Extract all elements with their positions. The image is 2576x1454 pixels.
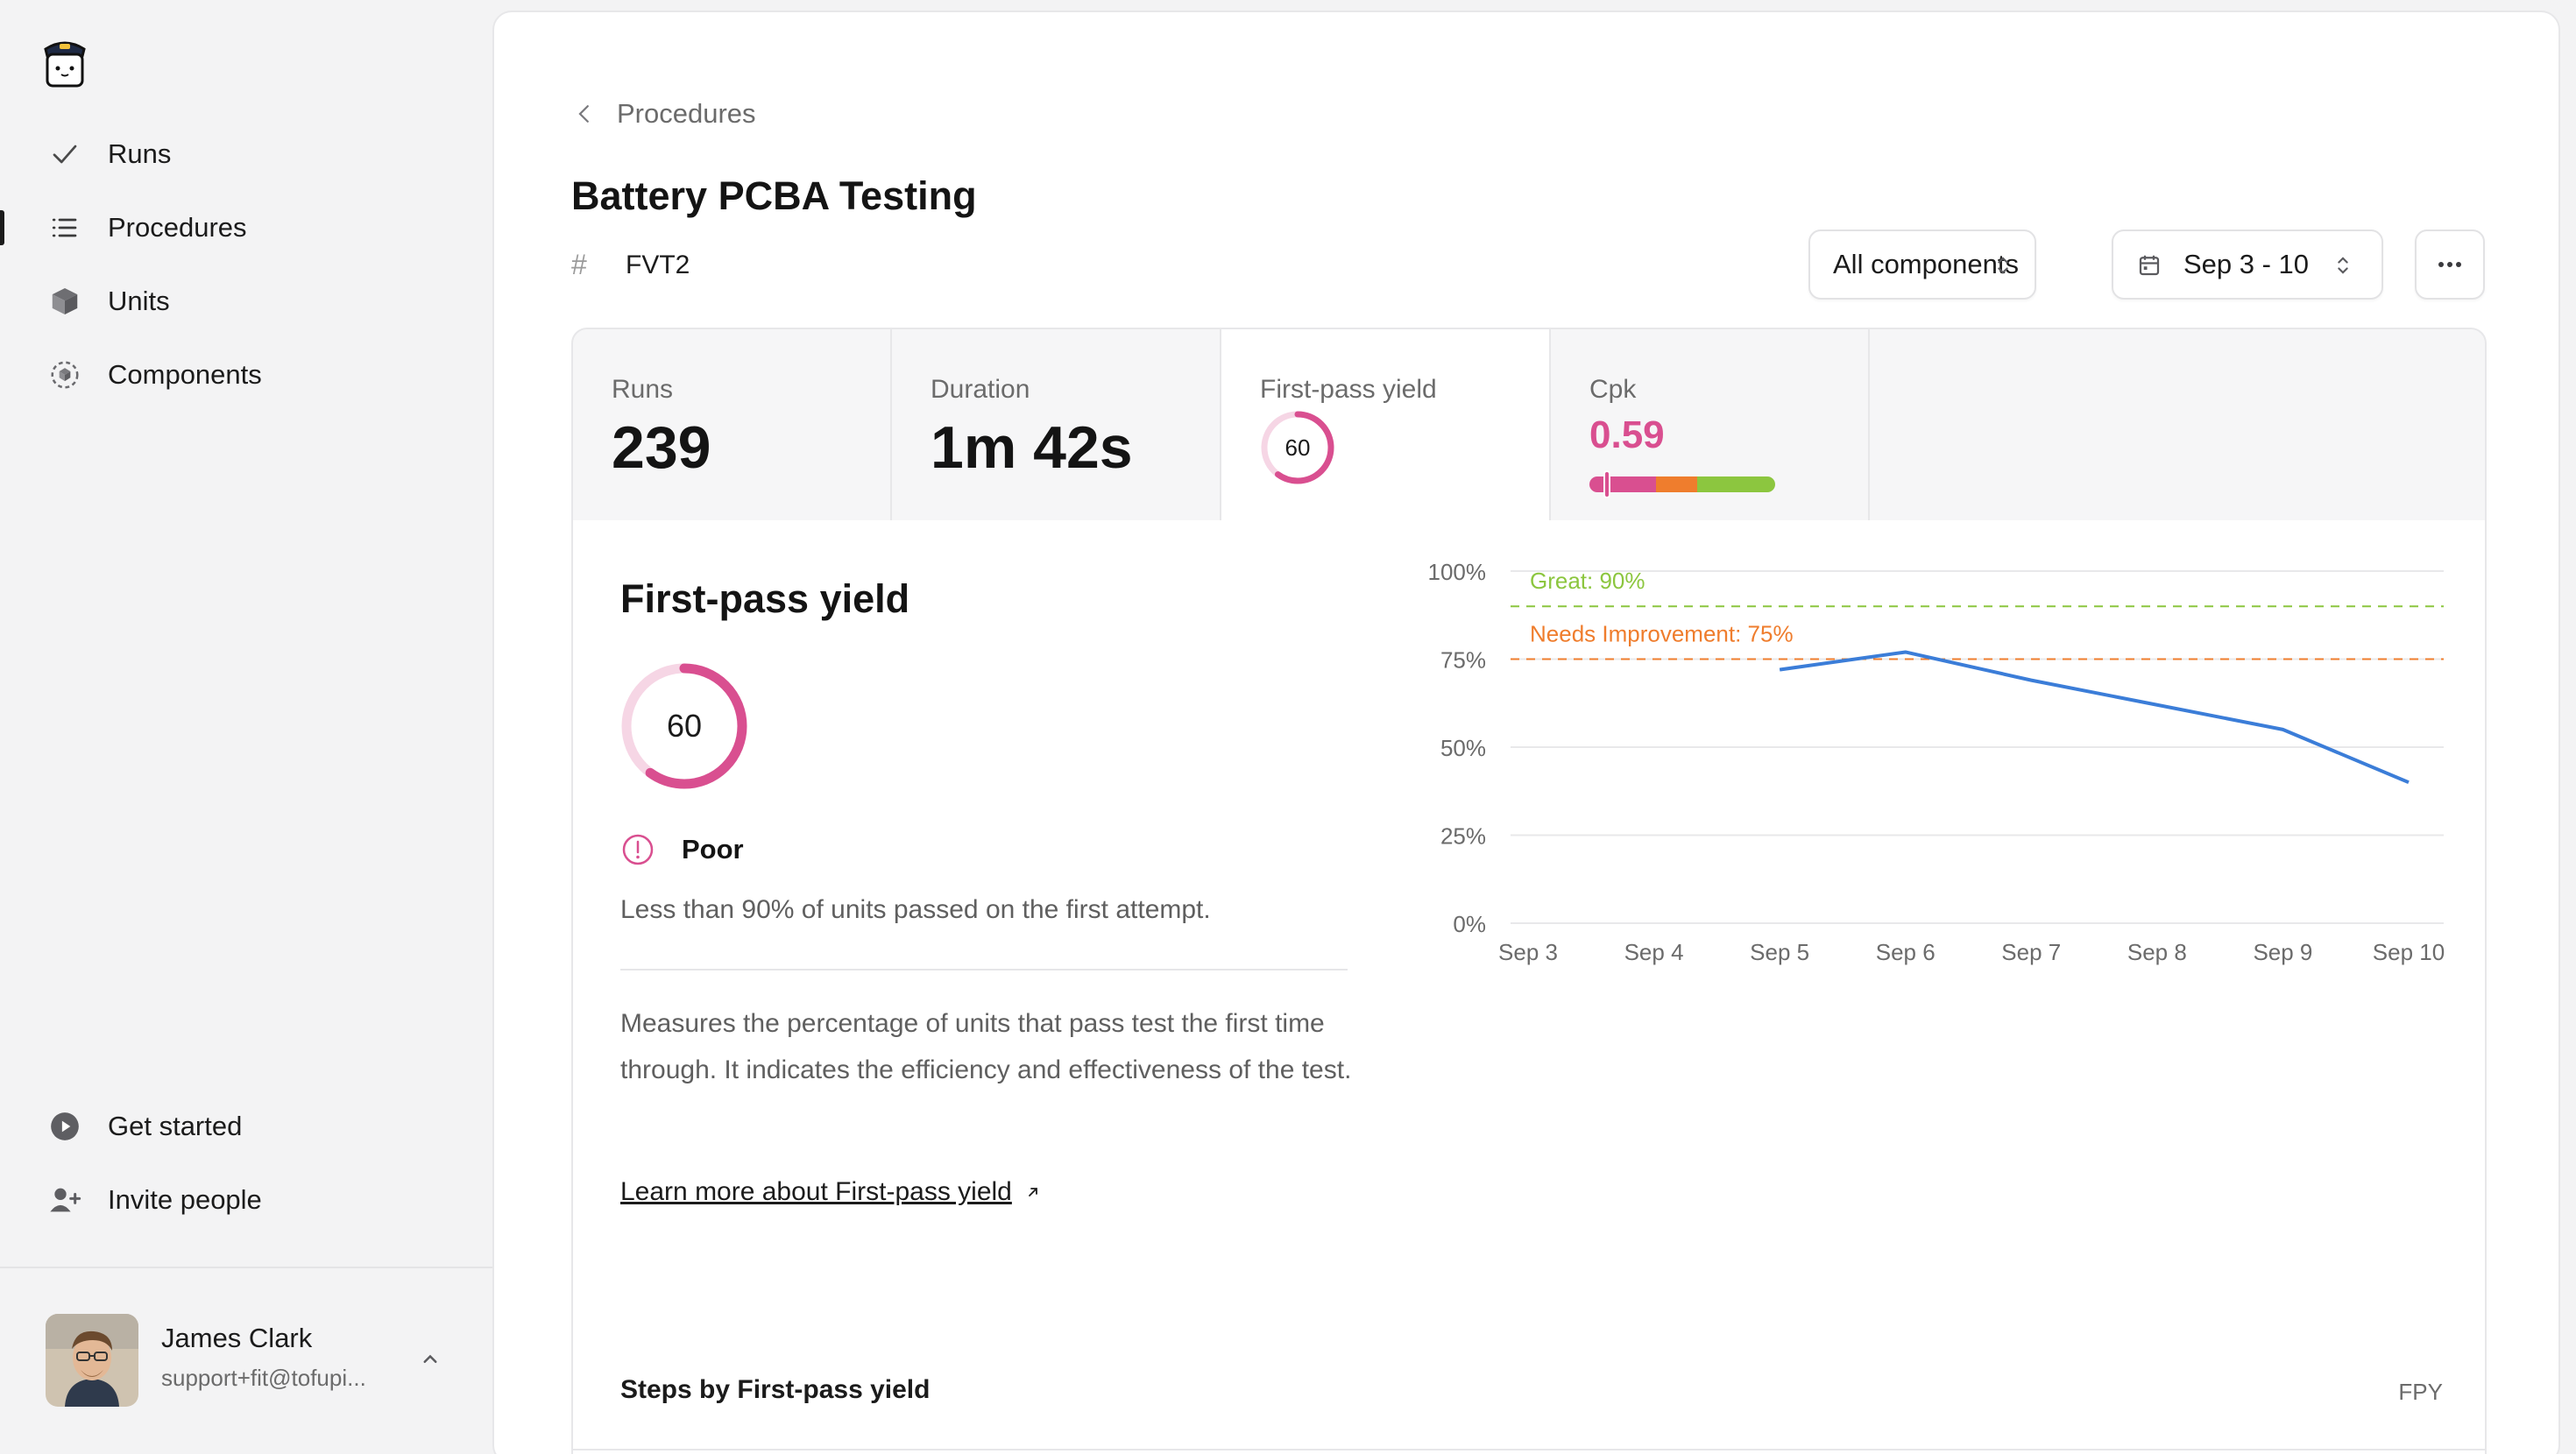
sidebar-item-components[interactable]: Components	[0, 343, 492, 406]
y-tick-label: 0%	[1453, 911, 1486, 937]
x-tick-label: Sep 6	[1876, 939, 1936, 965]
breadcrumb[interactable]: Procedures	[571, 96, 756, 131]
threshold-label: Great: 90%	[1530, 568, 1645, 594]
sidebar-item-label: Procedures	[108, 212, 247, 243]
x-tick-label: Sep 4	[1624, 939, 1684, 965]
sidebar-item-invite-people[interactable]: Invite people	[0, 1168, 492, 1232]
avatar	[46, 1314, 138, 1407]
app-logo-icon[interactable]	[39, 33, 91, 91]
sidebar-divider	[0, 1267, 492, 1268]
date-range-select[interactable]: Sep 3 - 10	[2112, 229, 2383, 300]
sidebar-item-units[interactable]: Units	[0, 270, 492, 333]
x-tick-label: Sep 10	[2373, 939, 2445, 965]
metric-tab-duration[interactable]: Duration 1m 42s	[892, 329, 1221, 520]
metric-label: First-pass yield	[1260, 375, 1437, 404]
hash-icon: #	[571, 249, 587, 280]
fpy-description: Measures the percentage of units that pa…	[620, 1009, 1352, 1084]
fpy-summary: Less than 90% of units passed on the fir…	[620, 895, 1211, 924]
breadcrumb-procedures: Procedures	[617, 98, 756, 129]
fpy-title: First-pass yield	[620, 576, 910, 621]
user-email: support+fit@tofupi...	[161, 1365, 366, 1391]
alert-circle-icon	[622, 834, 654, 865]
metric-label: Cpk	[1589, 375, 1637, 404]
metric-tabs: Runs 239 Duration 1m 42s First-pass yiel…	[571, 328, 2487, 522]
main-content: Procedures Battery PCBA Testing # FVT2 A…	[492, 11, 2560, 1454]
divider	[573, 1449, 2485, 1450]
sidebar-item-procedures[interactable]: Procedures	[0, 196, 492, 259]
page-title: Battery PCBA Testing	[571, 173, 977, 218]
external-arrow-icon	[1028, 1188, 1037, 1196]
date-range-label: Sep 3 - 10	[2183, 249, 2310, 279]
components-select[interactable]: All components	[1808, 229, 2036, 300]
sidebar-item-label: Runs	[108, 138, 172, 169]
steps-section-title: Steps by First-pass yield	[620, 1375, 931, 1404]
procedure-tag: # FVT2	[571, 249, 690, 281]
learn-more-link[interactable]: Learn more about First-pass yield	[620, 1177, 1042, 1207]
x-tick-label: Sep 5	[1750, 939, 1809, 965]
sidebar-item-label: Invite people	[108, 1184, 262, 1215]
metric-label: Runs	[612, 375, 674, 404]
check-icon	[46, 135, 84, 173]
sidebar-item-get-started[interactable]: Get started	[0, 1095, 492, 1158]
divider	[620, 969, 1348, 971]
cpk-scale-bar	[1589, 476, 1775, 492]
metric-tab-first-pass-yield[interactable]: First-pass yield 60	[1221, 329, 1551, 520]
x-tick-label: Sep 7	[2001, 939, 2061, 965]
y-tick-label: 25%	[1440, 823, 1486, 850]
chevron-left-icon	[578, 105, 589, 123]
sidebar-item-label: Components	[108, 359, 262, 390]
fpy-detail-panel: First-pass yield 60 Poor Less than 90% o…	[571, 520, 2487, 1454]
more-options-button[interactable]	[2415, 229, 2485, 300]
learn-more-label: Learn more about First-pass yield	[620, 1177, 1012, 1206]
user-name: James Clark	[161, 1323, 313, 1353]
chevron-up-down-icon	[2338, 257, 2348, 274]
chevron-up-icon	[423, 1354, 437, 1363]
calendar-icon	[2139, 255, 2160, 276]
x-tick-label: Sep 9	[2253, 939, 2312, 965]
x-tick-label: Sep 8	[2127, 939, 2187, 965]
procedure-code: FVT2	[626, 250, 690, 279]
metric-value: 1m 42s	[931, 414, 1133, 481]
play-circle-icon	[46, 1107, 84, 1146]
sidebar-item-label: Get started	[108, 1111, 243, 1141]
ellipsis-icon	[2438, 262, 2461, 267]
y-tick-label: 50%	[1440, 735, 1486, 761]
cpk-value: 0.59	[1589, 413, 1665, 456]
threshold-label: Needs Improvement: 75%	[1530, 621, 1794, 647]
cpk-marker	[1603, 470, 1610, 498]
chevron-up-down-icon	[1998, 257, 2008, 274]
metric-tab-cpk[interactable]: Cpk 0.59	[1551, 329, 1870, 520]
metric-value: 239	[612, 414, 711, 481]
list-icon	[46, 208, 84, 247]
fpy-line-chart: 0% 25% 50% 75% 100% Great: 90% Needs Improveme…	[1428, 559, 2445, 965]
fpy-score: 60	[666, 708, 703, 744]
x-tick-label: Sep 3	[1498, 939, 1558, 965]
steps-column-fpy: FPY	[2398, 1379, 2443, 1405]
sidebar-item-label: Units	[108, 286, 170, 316]
y-tick-label: 100%	[1428, 559, 1487, 585]
sidebar: Runs Procedures Units Components Get sta…	[0, 0, 492, 1454]
fpy-mini-value: 60	[1284, 434, 1311, 461]
series-line	[1779, 650, 2410, 785]
status-badge: Poor	[620, 832, 744, 867]
sidebar-item-runs[interactable]: Runs	[0, 123, 492, 186]
metric-label: Duration	[931, 375, 1030, 404]
y-tick-label: 75%	[1440, 647, 1486, 674]
status-text: Poor	[682, 834, 744, 865]
user-plus-icon	[46, 1181, 84, 1219]
user-menu[interactable]: James Clark support+fit@tofupi...	[46, 1314, 449, 1410]
cube-icon	[46, 282, 84, 321]
component-icon	[46, 356, 84, 394]
metric-tab-runs[interactable]: Runs 239	[573, 329, 892, 520]
